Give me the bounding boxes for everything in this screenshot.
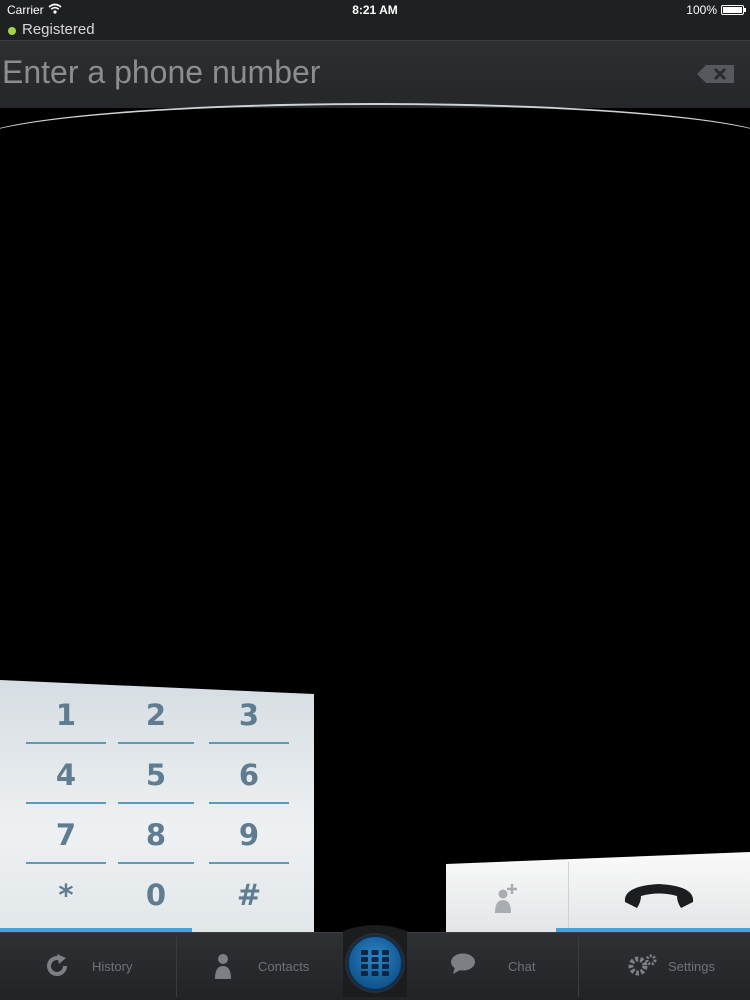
add-contact-icon	[495, 884, 517, 913]
key-digit: 1	[55, 698, 77, 732]
key-7[interactable]: 7	[26, 808, 106, 864]
display-arc-divider	[0, 103, 750, 143]
key-digit: 9	[238, 818, 260, 852]
key-digit: 4	[55, 758, 77, 792]
key-9[interactable]: 9	[209, 808, 289, 864]
tab-contacts[interactable]: Contacts	[177, 933, 342, 1000]
key-2[interactable]: 2	[118, 688, 194, 744]
key-digit: 5	[145, 758, 167, 792]
key-digit: 7	[55, 818, 77, 852]
key-5[interactable]: 5	[118, 748, 194, 804]
speech-bubble-icon	[451, 953, 475, 974]
key-digit: *	[58, 878, 74, 912]
key-digit: #	[236, 878, 262, 912]
key-digit: 6	[238, 758, 260, 792]
person-icon	[215, 954, 231, 979]
dialpad-grid-icon	[343, 925, 407, 997]
phone-handset-icon	[624, 884, 694, 908]
gears-icon	[628, 954, 657, 976]
key-digit: 0	[145, 878, 167, 912]
clock: 8:21 AM	[352, 3, 398, 17]
tab-label: History	[92, 959, 133, 974]
backspace-button[interactable]	[696, 64, 736, 84]
key-digit: 3	[238, 698, 260, 732]
key-8[interactable]: 8	[118, 808, 194, 864]
battery-percentage: 100%	[686, 3, 717, 17]
key-hash[interactable]: #	[209, 868, 289, 924]
registration-bar: Registered	[0, 20, 750, 40]
tab-chat[interactable]: Chat	[408, 933, 578, 1000]
tab-label: Settings	[668, 959, 715, 974]
call-panel	[446, 852, 750, 932]
tab-label: Chat	[508, 959, 536, 974]
key-6[interactable]: 6	[209, 748, 289, 804]
key-3[interactable]: 3	[209, 688, 289, 744]
key-4[interactable]: 4	[26, 748, 106, 804]
keypad: 1 2 3 4 5 6 7 8 9 * 0 #	[0, 680, 314, 932]
tab-settings[interactable]: Settings	[579, 933, 750, 1000]
backspace-icon	[697, 65, 734, 83]
refresh-icon	[47, 954, 67, 976]
battery-icon	[721, 5, 746, 15]
tab-label: Contacts	[258, 959, 310, 974]
key-0[interactable]: 0	[118, 868, 194, 924]
key-digit: 2	[145, 698, 167, 732]
registration-indicator-icon	[8, 27, 16, 35]
call-button[interactable]	[569, 852, 750, 932]
number-entry-bar	[0, 40, 750, 108]
tab-history[interactable]: History	[0, 933, 176, 1000]
key-digit: 8	[145, 818, 167, 852]
add-contact-button[interactable]	[446, 862, 568, 932]
status-bar: Carrier 8:21 AM 100%	[0, 0, 750, 20]
registration-status: Registered	[22, 21, 95, 38]
key-star[interactable]: *	[26, 868, 106, 924]
key-1[interactable]: 1	[26, 688, 106, 744]
dialpad-tab-button[interactable]	[343, 923, 407, 997]
phone-number-input[interactable]	[2, 51, 682, 93]
